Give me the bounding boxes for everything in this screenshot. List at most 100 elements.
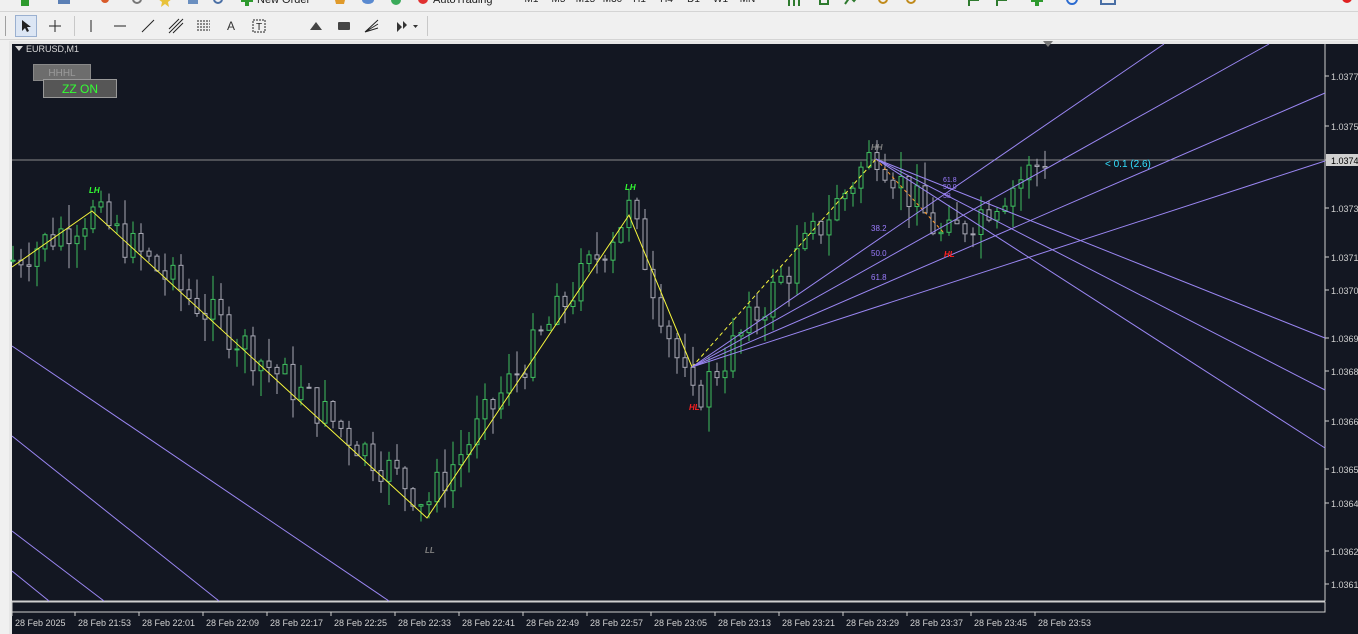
price-axis-label: 1.0366	[1331, 417, 1358, 427]
toolbar-separator	[74, 16, 75, 36]
candle-body	[418, 504, 424, 507]
mt4-window: New Order AutoTrading M1M5M15M30H1H4D1W1…	[0, 0, 1358, 634]
zoom-in-icon[interactable]	[876, 0, 892, 10]
candle-body	[346, 427, 352, 446]
triangle-icon[interactable]	[305, 15, 327, 37]
timeframe-w1[interactable]: W1	[707, 0, 734, 5]
candle-body	[186, 289, 192, 299]
autotrading-button[interactable]: AutoTrading	[416, 0, 493, 10]
svg-text:T: T	[256, 22, 262, 33]
candle-body	[402, 467, 408, 490]
terminal-icon[interactable]	[186, 0, 200, 10]
time-axis-label: 28 Feb 22:25	[334, 618, 387, 628]
time-axis-label: 28 Feb 23:29	[846, 618, 899, 628]
timeframe-m30[interactable]: M30	[599, 0, 626, 5]
new-order-button[interactable]: New Order	[240, 0, 310, 10]
signals-icon[interactable]	[360, 0, 376, 10]
time-axis-label: 28 Feb 23:13	[718, 618, 771, 628]
horizontal-line-icon[interactable]	[109, 15, 131, 37]
timeframe-m5[interactable]: M5	[545, 0, 572, 5]
timeframe-m1[interactable]: M1	[518, 0, 545, 5]
timeframe-h1[interactable]: H1	[626, 0, 653, 5]
rectangle-icon[interactable]	[333, 15, 355, 37]
time-axis-label: 28 Feb 22:33	[398, 618, 451, 628]
candle-body	[714, 371, 720, 379]
trendline-icon[interactable]	[137, 15, 159, 37]
new-chart-icon[interactable]	[18, 0, 32, 10]
scrollbar-track[interactable]	[11, 601, 1326, 613]
candle-body	[514, 373, 520, 376]
navigator-icon[interactable]	[130, 0, 144, 10]
candle-body	[490, 399, 496, 410]
cursor-icon[interactable]	[15, 15, 37, 37]
candle-body	[594, 254, 600, 260]
candle-body	[330, 401, 336, 422]
plus-icon	[241, 0, 253, 6]
time-axis-label: 28 Feb 2025	[15, 618, 66, 628]
fibonacci-retracement-icon[interactable]	[193, 15, 215, 37]
price-axis-label: 1.0374	[1331, 156, 1358, 166]
price-axis-label: 1.0364	[1331, 499, 1358, 509]
zigzag-toggle-button[interactable]: ZZ ON	[43, 79, 117, 98]
line-chart-icon[interactable]	[844, 0, 860, 10]
candle-body	[850, 187, 856, 194]
tile-windows-icon[interactable]	[932, 0, 948, 10]
profiles-icon[interactable]	[56, 0, 72, 10]
candle-body	[522, 373, 528, 378]
candle-body	[706, 371, 712, 408]
bar-chart-icon[interactable]	[786, 0, 802, 10]
candle-body	[754, 306, 760, 321]
timeframe-h4[interactable]: H4	[653, 0, 680, 5]
tester-icon[interactable]	[212, 0, 226, 10]
timeframe-mn[interactable]: MN	[734, 0, 761, 5]
favorites-icon[interactable]	[158, 0, 172, 10]
candlestick-icon[interactable]	[816, 0, 832, 10]
fib-level-label: 38	[943, 193, 951, 200]
time-axis-label: 28 Feb 23:37	[910, 618, 963, 628]
crosshair-icon[interactable]	[44, 15, 66, 37]
equidistant-channel-icon[interactable]	[165, 15, 187, 37]
close-icon[interactable]	[1340, 0, 1354, 10]
new-order-label: New Order	[257, 0, 311, 6]
chart-shift-icon[interactable]	[966, 0, 982, 10]
text-icon[interactable]: A	[220, 15, 242, 37]
candle-body	[794, 248, 800, 284]
market-icon[interactable]	[388, 0, 404, 10]
fib-level-label: 61.8	[943, 177, 957, 184]
candle-body	[690, 366, 696, 386]
vertical-line-icon[interactable]	[80, 15, 102, 37]
candle-body	[242, 335, 248, 350]
candle-body	[1042, 165, 1048, 169]
candle-body	[954, 219, 960, 225]
candle-body	[114, 223, 120, 227]
timeframe-d1[interactable]: D1	[680, 0, 707, 5]
templates-icon[interactable]	[1100, 0, 1116, 10]
candle-body	[986, 209, 992, 221]
autoscroll-icon[interactable]	[994, 0, 1010, 10]
chart-window: 1.0377 1.0375 1.0374 1.0373 1.0371 1.0370 1.03…	[9, 41, 1358, 634]
candle-body	[586, 254, 592, 265]
candle-body	[66, 228, 72, 245]
metaeditor-icon[interactable]	[332, 0, 348, 10]
indicators-icon[interactable]	[1030, 0, 1044, 10]
candle-body	[530, 329, 536, 378]
fibonacci-fan-icon[interactable]	[361, 15, 383, 37]
price-axis-label: 1.0377	[1331, 72, 1358, 82]
timeframe-m15[interactable]: M15	[572, 0, 599, 5]
market-watch-icon[interactable]	[98, 0, 112, 10]
candle-body	[626, 199, 632, 229]
price-axis-label: 1.0370	[1331, 286, 1358, 296]
dropdown-arrow-icon[interactable]	[15, 46, 23, 52]
zoom-out-icon[interactable]	[904, 0, 920, 10]
price-axis-label: 1.0365	[1331, 465, 1358, 475]
arrows-dropdown[interactable]	[393, 15, 423, 37]
candle-body	[282, 363, 288, 375]
time-axis-label: 28 Feb 23:45	[974, 618, 1027, 628]
text-label-icon[interactable]: T	[248, 15, 270, 37]
time-axis-label: 28 Feb 21:53	[78, 618, 131, 628]
autotrading-label: AutoTrading	[433, 0, 493, 6]
candle-body	[778, 275, 784, 283]
price-chart[interactable]: 1.0377 1.0375 1.0374 1.0373 1.0371 1.0370 1.03…	[9, 41, 1358, 634]
periods-icon[interactable]	[1064, 0, 1080, 10]
symbol-timeframe-label: EURUSD,M1	[26, 44, 80, 54]
